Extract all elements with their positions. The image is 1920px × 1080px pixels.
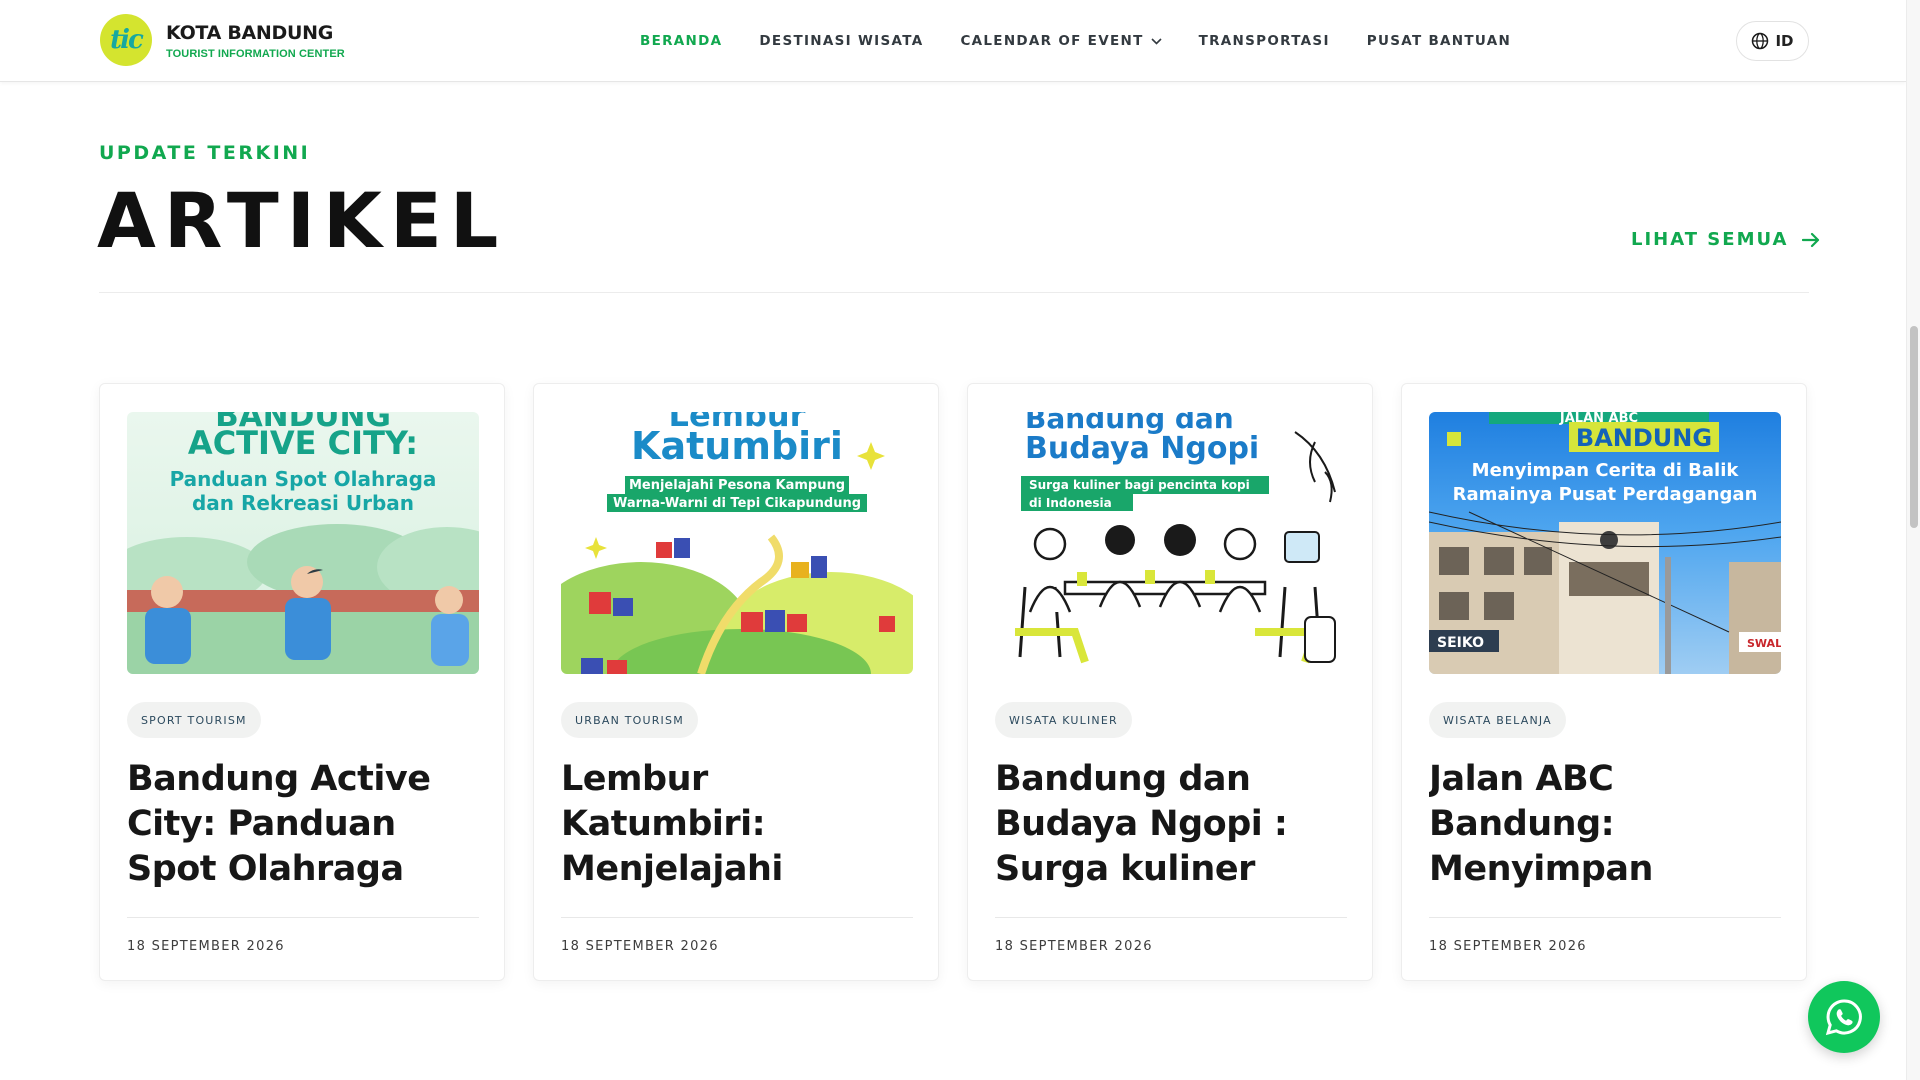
nav-label: DESTINASI WISATA <box>759 33 924 49</box>
card-divider <box>127 917 479 918</box>
brand-logo-link[interactable]: tic KOTA BANDUNG TOURIST INFORMATION CEN… <box>100 14 345 66</box>
nav-item-pusat-bantuan[interactable]: PUSAT BANTUAN <box>1367 33 1511 49</box>
nav-item-beranda[interactable]: BERANDA <box>640 33 722 49</box>
nav-label: PUSAT BANTUAN <box>1366 33 1512 49</box>
nav-item-destinasi-wisata[interactable]: DESTINASI WISATA <box>759 33 923 49</box>
category-tag[interactable]: WISATA KULINER <box>995 702 1132 738</box>
arrow-right-icon <box>1802 232 1820 247</box>
image-heading: ACTIVE CITY: <box>188 424 418 462</box>
language-label: ID <box>1775 32 1794 50</box>
article-image: Bandung dan Budaya Ngopi Surga kuliner b… <box>995 412 1347 674</box>
language-switcher[interactable]: ID <box>1736 21 1809 61</box>
article-card[interactable]: JALAN ABC BANDUNG Menyimpan Cerita di Ba… <box>1401 383 1807 981</box>
article-date: 18 SEPTEMBER 2026 <box>127 939 285 954</box>
brand-title: KOTA BANDUNG <box>166 21 334 44</box>
article-date: 18 SEPTEMBER 2026 <box>561 939 719 954</box>
image-heading: Katumbiri <box>631 424 843 468</box>
image-subheading: Surga kuliner bagi pencinta kopi <box>1029 478 1250 492</box>
category-tag[interactable]: WISATA BELANJA <box>1429 702 1566 738</box>
article-card[interactable]: BANDUNG ACTIVE CITY: Panduan Spot Olahra… <box>99 383 505 981</box>
site-header: tic KOTA BANDUNG TOURIST INFORMATION CEN… <box>0 0 1906 82</box>
image-subheading: Panduan Spot Olahraga <box>170 467 437 491</box>
section-title: ARTIKEL <box>97 176 507 265</box>
whatsapp-icon <box>1825 999 1862 1036</box>
image-subheading: Menjelajahi Pesona Kampung <box>629 478 845 493</box>
image-sign-text: SEIKO <box>1437 635 1484 651</box>
see-all-link[interactable]: LIHAT SEMUA <box>1631 229 1820 250</box>
image-subheading-2: di Indonesia <box>1029 496 1112 510</box>
article-title[interactable]: Lembur Katumbiri: Menjelajahi Pesona Kam… <box>561 757 915 892</box>
brand-text: KOTA BANDUNG TOURIST INFORMATION CENTER <box>166 21 345 60</box>
article-date: 18 SEPTEMBER 2026 <box>1429 939 1587 954</box>
article-thumbnail[interactable]: JALAN ABC BANDUNG Menyimpan Cerita di Ba… <box>1429 412 1781 674</box>
article-image: JALAN ABC BANDUNG Menyimpan Cerita di Ba… <box>1429 412 1781 674</box>
article-date: 18 SEPTEMBER 2026 <box>995 939 1153 954</box>
section-divider <box>99 292 1809 293</box>
image-subheading-2: Warna-Warni di Tepi Cikapundung <box>613 496 861 511</box>
article-title[interactable]: Bandung Active City: Panduan Spot Olahra… <box>127 757 481 892</box>
main-nav: BERANDA DESTINASI WISATA CALENDAR OF EVE… <box>640 0 1548 82</box>
scrollbar-thumb[interactable] <box>1910 326 1918 528</box>
category-tag[interactable]: SPORT TOURISM <box>127 702 261 738</box>
nav-item-transportasi[interactable]: TRANSPORTASI <box>1199 33 1330 49</box>
section-eyebrow: UPDATE TERKINI <box>99 142 311 164</box>
category-tag[interactable]: URBAN TOURISM <box>561 702 698 738</box>
article-image: Lembur Katumbiri Menjelajahi Pesona Kamp… <box>561 412 913 674</box>
card-divider <box>995 917 1347 918</box>
article-thumbnail[interactable]: BANDUNG ACTIVE CITY: Panduan Spot Olahra… <box>127 412 479 674</box>
image-sign-text-2: SWAL <box>1747 637 1781 650</box>
image-subheading: Menyimpan Cerita di Balik <box>1472 460 1740 481</box>
card-divider <box>561 917 913 918</box>
tic-logo: tic <box>100 14 152 66</box>
image-subheading-2: Ramainya Pusat Perdagangan <box>1453 484 1758 505</box>
article-card[interactable]: Bandung dan Budaya Ngopi Surga kuliner b… <box>967 383 1373 981</box>
article-image: BANDUNG ACTIVE CITY: Panduan Spot Olahra… <box>127 412 479 674</box>
image-heading: Budaya Ngopi <box>1025 431 1259 466</box>
page-scrollbar[interactable] <box>1906 0 1920 1080</box>
whatsapp-chat-button[interactable] <box>1808 981 1880 1053</box>
card-divider <box>1429 917 1781 918</box>
article-title[interactable]: Jalan ABC Bandung: Menyimpan Cerita... <box>1429 757 1783 892</box>
nav-label: BERANDA <box>640 33 723 49</box>
image-subheading-2: dan Rekreasi Urban <box>192 491 414 515</box>
image-heading: BANDUNG <box>1576 424 1712 452</box>
article-thumbnail[interactable]: Bandung dan Budaya Ngopi Surga kuliner b… <box>995 412 1347 674</box>
article-thumbnail[interactable]: Lembur Katumbiri Menjelajahi Pesona Kamp… <box>561 412 913 674</box>
nav-label: TRANSPORTASI <box>1198 33 1330 49</box>
chevron-down-icon <box>1151 37 1162 45</box>
see-all-label: LIHAT SEMUA <box>1631 229 1789 250</box>
brand-subtitle: TOURIST INFORMATION CENTER <box>166 47 345 60</box>
article-title[interactable]: Bandung dan Budaya Ngopi : Surga kuliner… <box>995 757 1349 892</box>
nav-label: CALENDAR OF EVENT <box>960 33 1144 49</box>
logo-mark: tic <box>110 25 144 55</box>
globe-icon <box>1752 32 1769 50</box>
article-card[interactable]: Lembur Katumbiri Menjelajahi Pesona Kamp… <box>533 383 939 981</box>
nav-item-calendar-of-event[interactable]: CALENDAR OF EVENT <box>960 33 1162 49</box>
